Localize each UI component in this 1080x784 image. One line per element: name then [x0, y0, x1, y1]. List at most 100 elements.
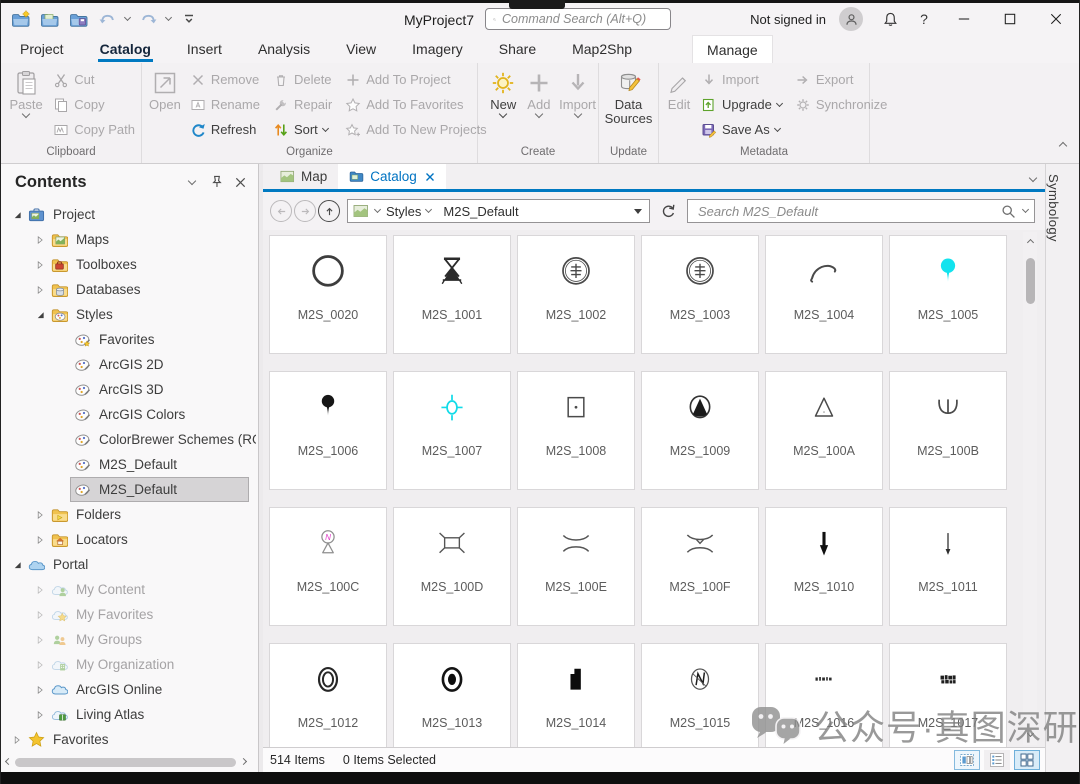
- search-options-chevron[interactable]: [1022, 206, 1029, 213]
- sort-button[interactable]: Sort: [269, 117, 336, 142]
- repair-button[interactable]: Repair: [269, 92, 336, 117]
- symbol-card-m2s_100c[interactable]: NM2S_100C: [269, 507, 387, 626]
- add-to-favorites-button[interactable]: Add To Favorites: [341, 92, 490, 117]
- tree-item-locators[interactable]: Locators: [1, 527, 256, 552]
- save-project-button[interactable]: [67, 7, 89, 31]
- details-view-button[interactable]: [954, 750, 980, 770]
- expander-closed-icon[interactable]: [32, 532, 48, 548]
- undo-button[interactable]: [96, 7, 118, 31]
- tree-item-content[interactable]: Living Atlas: [48, 703, 248, 726]
- expander-open-icon[interactable]: [9, 557, 25, 573]
- open-button[interactable]: Open: [149, 67, 181, 146]
- tree-item-content[interactable]: Styles: [48, 303, 248, 326]
- expander-closed-icon[interactable]: [32, 607, 48, 623]
- add-to-project-button[interactable]: Add To Project: [341, 67, 490, 92]
- tree-item-arcgis-online[interactable]: ArcGIS Online: [1, 677, 256, 702]
- tree-item-content[interactable]: M2S_Default: [71, 453, 248, 476]
- minimize-button[interactable]: [941, 3, 987, 35]
- ribbon-tab-project[interactable]: Project: [20, 35, 64, 63]
- tree-item-arcgis-colors[interactable]: ArcGIS Colors: [1, 402, 256, 427]
- tree-item-my-content[interactable]: My Content: [1, 577, 256, 602]
- symbol-card-m2s_1009[interactable]: M2S_1009: [641, 371, 759, 490]
- refresh-view-button[interactable]: [656, 199, 680, 223]
- edit-metadata-button[interactable]: Edit: [666, 67, 692, 146]
- expander-closed-icon[interactable]: [9, 732, 25, 748]
- pane-options-chevron-icon[interactable]: [1030, 168, 1036, 186]
- customize-quick-access-button[interactable]: [178, 7, 200, 31]
- symbol-card-m2s_100a[interactable]: M2S_100A: [765, 371, 883, 490]
- tree-item-favorites[interactable]: Favorites: [1, 727, 256, 752]
- sign-in-status[interactable]: Not signed in: [750, 12, 826, 27]
- undo-dropdown-chevron[interactable]: [124, 14, 131, 21]
- add-to-new-projects-button[interactable]: Add To New Projects: [341, 117, 490, 142]
- cut-button[interactable]: Cut: [49, 67, 139, 92]
- symbol-card-m2s_1007[interactable]: M2S_1007: [393, 371, 511, 490]
- ribbon-tab-imagery[interactable]: Imagery: [412, 35, 463, 63]
- expander-closed-icon[interactable]: [32, 507, 48, 523]
- scroll-right-arrow-icon[interactable]: [238, 762, 248, 764]
- tree-item-portal[interactable]: Portal: [1, 552, 256, 577]
- symbol-card-m2s_1005[interactable]: M2S_1005: [889, 235, 1007, 354]
- symbol-card-m2s_1015[interactable]: M2S_1015: [641, 643, 759, 747]
- symbol-card-m2s_100f[interactable]: M2S_100F: [641, 507, 759, 626]
- location-breadcrumb-combo[interactable]: Styles M2S_Default: [347, 199, 650, 223]
- symbol-card-m2s_1010[interactable]: M2S_1010: [765, 507, 883, 626]
- scroll-left-arrow-icon[interactable]: [3, 762, 13, 764]
- symbol-card-m2s_0020[interactable]: M2S_0020: [269, 235, 387, 354]
- tree-item-content[interactable]: Toolboxes: [48, 253, 248, 276]
- back-button[interactable]: [270, 200, 292, 222]
- symbol-card-m2s_1004[interactable]: M2S_1004: [765, 235, 883, 354]
- notifications-button[interactable]: [873, 3, 907, 35]
- ribbon-tab-share[interactable]: Share: [499, 35, 536, 63]
- tree-item-my-favorites[interactable]: My Favorites: [1, 602, 256, 627]
- tree-item-content[interactable]: Folders: [48, 503, 248, 526]
- expander-closed-icon[interactable]: [32, 282, 48, 298]
- ribbon-tab-view[interactable]: View: [346, 35, 376, 63]
- catalog-search-box[interactable]: [687, 199, 1035, 223]
- expander-closed-icon[interactable]: [32, 682, 48, 698]
- expander-open-icon[interactable]: [32, 307, 48, 323]
- account-avatar[interactable]: [839, 7, 863, 31]
- panel-menu-chevron-icon[interactable]: [182, 172, 202, 192]
- vertical-scrollbar-thumb[interactable]: [1026, 258, 1035, 304]
- tree-item-styles[interactable]: Styles: [1, 302, 256, 327]
- tree-item-m2s-default[interactable]: M2S_Default: [1, 477, 256, 502]
- command-search-input[interactable]: [502, 12, 663, 26]
- expander-closed-icon[interactable]: [32, 232, 48, 248]
- expander-closed-icon[interactable]: [32, 707, 48, 723]
- help-button[interactable]: ?: [907, 3, 941, 35]
- tree-item-my-groups[interactable]: My Groups: [1, 627, 256, 652]
- close-button[interactable]: [1033, 3, 1079, 35]
- ribbon-tab-analysis[interactable]: Analysis: [258, 35, 310, 63]
- tree-item-my-organization[interactable]: My Organization: [1, 652, 256, 677]
- delete-button[interactable]: Delete: [269, 67, 336, 92]
- tree-item-folders[interactable]: Folders: [1, 502, 256, 527]
- vertical-scrollbar[interactable]: [1023, 232, 1037, 745]
- expander-closed-icon[interactable]: [32, 632, 48, 648]
- expander-closed-icon[interactable]: [32, 257, 48, 273]
- scroll-up-arrow-icon[interactable]: [1028, 232, 1033, 250]
- import-metadata-button[interactable]: Import: [697, 67, 786, 92]
- tree-item-arcgis-3d[interactable]: ArcGIS 3D: [1, 377, 256, 402]
- add-button[interactable]: Add: [524, 67, 555, 146]
- ribbon-tab-map2shp[interactable]: Map2Shp: [572, 35, 632, 63]
- tree-item-m2s-default[interactable]: M2S_Default: [1, 452, 256, 477]
- breadcrumb-dropdown-button[interactable]: [627, 200, 649, 222]
- symbol-card-m2s_100d[interactable]: M2S_100D: [393, 507, 511, 626]
- data-sources-button[interactable]: Data Sources: [601, 67, 656, 146]
- ribbon-tab-manage[interactable]: Manage: [692, 35, 773, 63]
- forward-button[interactable]: [294, 200, 316, 222]
- tree-item-maps[interactable]: Maps: [1, 227, 256, 252]
- tree-item-project[interactable]: Project: [1, 202, 256, 227]
- tree-item-content[interactable]: Databases: [48, 278, 248, 301]
- tree-item-content[interactable]: Portal: [25, 553, 248, 576]
- thumbnails-view-button[interactable]: [1014, 750, 1040, 770]
- symbol-card-m2s_1008[interactable]: M2S_1008: [517, 371, 635, 490]
- symbol-card-m2s_1006[interactable]: M2S_1006: [269, 371, 387, 490]
- symbol-card-m2s_1001[interactable]: M2S_1001: [393, 235, 511, 354]
- tree-item-content[interactable]: Locators: [48, 528, 248, 551]
- tree-item-content[interactable]: ArcGIS Colors: [71, 403, 248, 426]
- pin-icon[interactable]: [206, 172, 226, 192]
- expander-closed-icon[interactable]: [32, 582, 48, 598]
- tree-item-arcgis-2d[interactable]: ArcGIS 2D: [1, 352, 256, 377]
